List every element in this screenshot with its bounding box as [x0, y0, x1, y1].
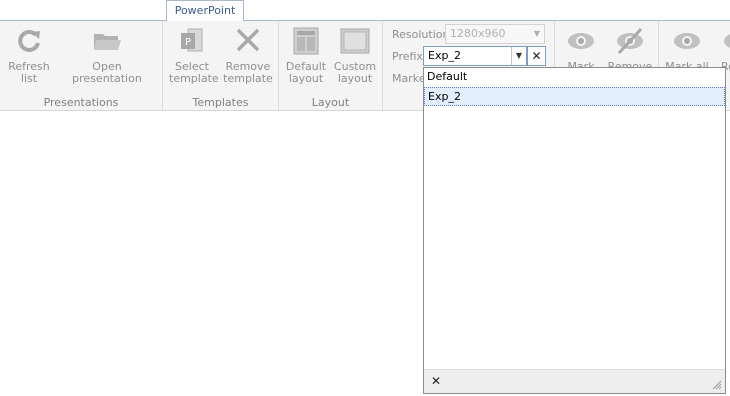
resolution-label: Resolution	[392, 28, 450, 41]
group-label-templates: Templates	[192, 96, 249, 109]
close-icon[interactable]: ✕	[431, 374, 441, 388]
refresh-label-2: list	[20, 72, 38, 85]
remove-all-button[interactable]: Re	[715, 26, 730, 73]
svg-text:P: P	[185, 37, 191, 48]
group-presentations: Refresh list Open presentation Presentat…	[0, 21, 163, 111]
dropdown-footer: ✕	[424, 369, 725, 393]
group-label-presentations: Presentations	[43, 96, 119, 109]
eye-icon	[565, 26, 597, 56]
list-item-selected[interactable]: Exp_2	[424, 87, 725, 106]
default-layout-label-2: layout	[288, 72, 324, 85]
list-item[interactable]: Default	[424, 68, 725, 87]
folder-open-icon	[91, 26, 123, 56]
open-presentation-button[interactable]: Open presentation	[58, 26, 156, 85]
chevron-down-icon: ▼	[515, 51, 523, 60]
refresh-list-button[interactable]: Refresh list	[6, 26, 52, 85]
custom-layout-button[interactable]: Custom layout	[332, 26, 378, 85]
resize-grip-icon[interactable]	[712, 380, 722, 390]
eye-off-icon	[721, 26, 730, 56]
mark-button[interactable]: Mark	[561, 26, 601, 73]
chevron-down-icon: ▼	[533, 29, 540, 38]
remove-mark-button[interactable]: Remove	[607, 26, 653, 73]
select-template-button[interactable]: P Select template	[169, 26, 219, 85]
custom-layout-icon	[339, 26, 371, 56]
prefix-clear-button[interactable]: ✕	[527, 46, 546, 66]
resolution-value: 1280x960	[450, 27, 506, 40]
close-icon: ✕	[531, 49, 542, 63]
resolution-combo[interactable]: 1280x960 ▼	[445, 24, 545, 44]
select-template-label-2: template	[169, 72, 219, 85]
remove-template-label-2: template	[223, 72, 273, 85]
close-icon	[232, 26, 264, 56]
marker-label: Marke	[392, 72, 426, 85]
prefix-dropdown-button[interactable]: ▼	[511, 47, 526, 65]
custom-layout-label-2: layout	[337, 72, 373, 85]
default-layout-button[interactable]: Default layout	[283, 26, 329, 85]
prefix-dropdown-list: Default Exp_2 ✕	[423, 67, 726, 394]
ribbon-tab-bar: PowerPoint	[0, 0, 730, 21]
group-label-layout: Layout	[311, 96, 350, 109]
group-templates: P Select template Remove template Templa…	[163, 21, 279, 111]
open-presentation-label: Open presentation	[72, 60, 142, 85]
refresh-icon	[13, 26, 45, 56]
eye-icon	[671, 26, 703, 56]
group-layout: Default layout Custom layout Layout	[279, 21, 383, 111]
remove-template-button[interactable]: Remove template	[223, 26, 273, 85]
default-layout-icon	[290, 26, 322, 56]
tab-powerpoint[interactable]: PowerPoint	[166, 0, 244, 21]
prefix-label: Prefix	[392, 50, 423, 63]
mark-all-button[interactable]: Mark all	[665, 26, 709, 73]
eye-off-icon	[614, 26, 646, 56]
prefix-value: Exp_2	[428, 49, 461, 62]
powerpoint-template-icon: P	[176, 26, 208, 56]
